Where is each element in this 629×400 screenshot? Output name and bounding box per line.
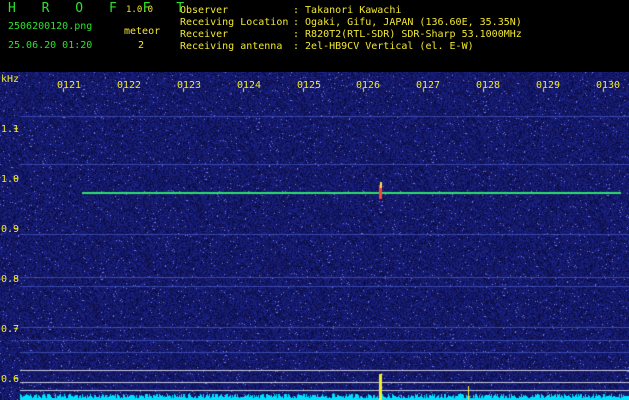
time-tick-label: 0128: [476, 80, 501, 91]
freq-unit-label: kHz: [1, 74, 20, 85]
app-logo: H R O F F T: [8, 1, 194, 16]
time-tick-label: 0129: [536, 80, 561, 91]
time-tick-label: 0124: [237, 80, 262, 91]
info-label-observer: Observer: [180, 5, 229, 16]
time-tick-label: 0127: [416, 80, 441, 91]
time-tick-label: 0121: [57, 80, 82, 91]
app-version: 1.0.0: [126, 5, 154, 15]
freq-tick-label: 0.9: [1, 224, 20, 235]
info-label-location: Receiving Location: [180, 17, 289, 28]
freq-tick-label: 1.1: [1, 124, 20, 135]
info-label-receiver: Receiver: [180, 29, 229, 40]
info-value-receiver: : R820T2(RTL-SDR) SDR-Sharp 53.1000MHz: [293, 29, 522, 40]
time-tick-label: 0125: [297, 80, 322, 91]
info-value-location: : Ogaki, Gifu, JAPAN (136.60E, 35.35N): [293, 17, 522, 28]
freq-tick-label: 0.6: [1, 374, 20, 385]
time-tick-label: 0123: [177, 80, 202, 91]
file-timestamp: 25.06.20 01:20: [8, 40, 93, 51]
spectrogram-canvas: [0, 72, 629, 400]
meteor-count-value: 2: [138, 40, 145, 51]
header-panel: H R O F F T 1.0.0 2506200120.png 25.06.2…: [0, 0, 629, 72]
freq-tick-label: 1.0: [1, 174, 20, 185]
info-value-observer: : Takanori Kawachi: [293, 5, 402, 16]
freq-tick-label: 0.7: [1, 324, 20, 335]
info-value-antenna: : 2el-HB9CV Vertical (el. E-W): [293, 41, 474, 52]
time-tick-label: 0130: [596, 80, 621, 91]
file-name: 2506200120.png: [8, 21, 93, 32]
freq-tick-label: 0.8: [1, 274, 20, 285]
meteor-count-label: meteor: [124, 26, 161, 37]
info-label-antenna: Receiving antenna: [180, 41, 283, 52]
time-tick-label: 0122: [117, 80, 142, 91]
time-tick-label: 0126: [356, 80, 381, 91]
